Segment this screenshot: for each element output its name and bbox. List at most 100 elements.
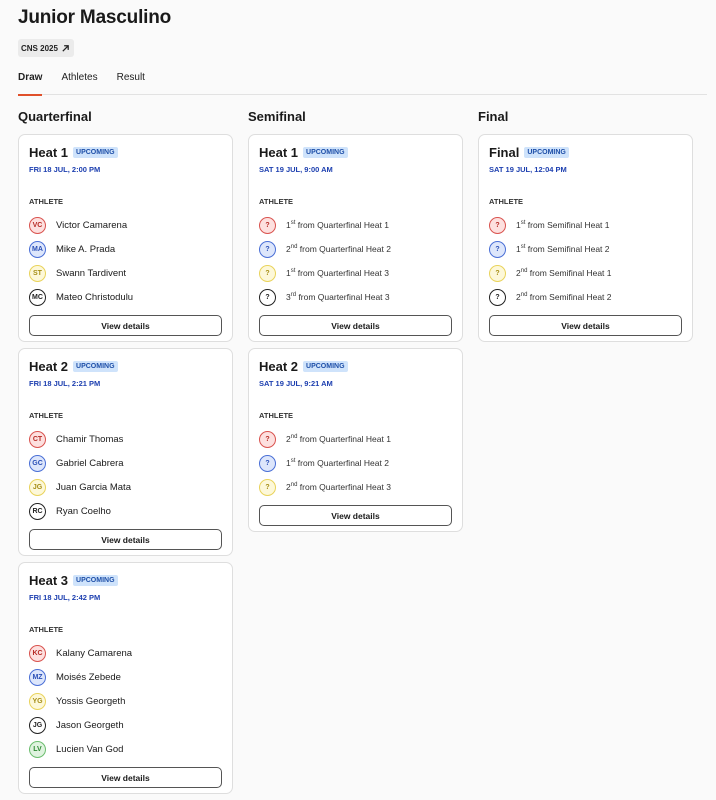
athlete-avatar: ? bbox=[489, 240, 506, 258]
athlete-row[interactable]: MA Mike A. Prada bbox=[29, 237, 222, 261]
heat-header: Heat 1 UPCOMING bbox=[259, 145, 452, 160]
tab-result[interactable]: Result bbox=[117, 73, 145, 95]
athlete-row[interactable]: RC Ryan Coelho bbox=[29, 499, 222, 523]
athlete-row[interactable]: ? 2nd from Quarterfinal Heat 2 bbox=[259, 237, 452, 261]
heat-name: Heat 2 bbox=[29, 359, 69, 374]
tab-bar: Draw Athletes Result bbox=[18, 73, 707, 96]
heat-header: Final UPCOMING bbox=[489, 145, 682, 160]
athlete-column-label: ATHLETE bbox=[29, 411, 64, 420]
status-badge: UPCOMING bbox=[73, 575, 118, 586]
athlete-avatar: ? bbox=[259, 264, 276, 282]
heat-date: SAT 19 JUL, 12:04 PM bbox=[489, 165, 567, 174]
athlete-row[interactable]: ? 2nd from Semifinal Heat 2 bbox=[489, 285, 682, 309]
athlete-name: Victor Camarena bbox=[56, 219, 128, 231]
athlete-row[interactable]: JG Juan Garcia Mata bbox=[29, 475, 222, 499]
source-heat: from Quarterfinal Heat 3 bbox=[295, 268, 389, 278]
athlete-avatar: MA bbox=[29, 240, 46, 258]
view-details-button[interactable]: View details bbox=[29, 529, 222, 550]
heat-card: Heat 2 UPCOMING FRI 18 JUL, 2:21 PM ATHL… bbox=[18, 348, 233, 556]
heat-card: Heat 2 UPCOMING SAT 19 JUL, 9:21 AM ATHL… bbox=[248, 348, 463, 532]
source-heat: from Semifinal Heat 2 bbox=[525, 244, 610, 254]
athlete-column-label: ATHLETE bbox=[489, 197, 524, 206]
athlete-list: KC Kalany Camarena MZ Moisés Zebede YG Yoss… bbox=[29, 641, 222, 761]
athlete-source: 3rd from Quarterfinal Heat 3 bbox=[286, 292, 390, 302]
athlete-avatar: ST bbox=[29, 264, 46, 282]
athlete-row[interactable]: ? 2nd from Quarterfinal Heat 1 bbox=[259, 427, 452, 451]
athlete-row[interactable]: ST Swann Tardivent bbox=[29, 261, 222, 285]
athlete-name: Gabriel Cabrera bbox=[56, 457, 124, 469]
view-details-button[interactable]: View details bbox=[29, 315, 222, 336]
athlete-row[interactable]: ? 3rd from Quarterfinal Heat 3 bbox=[259, 285, 452, 309]
page-title: Junior Masculino bbox=[18, 7, 172, 28]
view-details-button[interactable]: View details bbox=[259, 505, 452, 526]
athlete-name: Yossis Georgeth bbox=[56, 695, 126, 707]
athlete-name: Kalany Camarena bbox=[56, 647, 133, 659]
heat-name: Heat 3 bbox=[29, 573, 69, 588]
athlete-row[interactable]: ? 1st from Quarterfinal Heat 1 bbox=[259, 213, 452, 237]
athlete-row[interactable]: ? 1st from Semifinal Heat 2 bbox=[489, 237, 682, 261]
athlete-name: Juan Garcia Mata bbox=[56, 481, 131, 493]
column-quarterfinal: Quarterfinal Heat 1 UPCOMING FRI 18 JUL,… bbox=[18, 110, 233, 800]
arrow-up-right-icon bbox=[62, 44, 69, 52]
athlete-source: 1st from Quarterfinal Heat 3 bbox=[286, 268, 389, 278]
heat-name: Heat 1 bbox=[259, 145, 299, 160]
athlete-row[interactable]: MZ Moisés Zebede bbox=[29, 665, 222, 689]
athlete-row[interactable]: GC Gabriel Cabrera bbox=[29, 451, 222, 475]
athlete-source: 2nd from Quarterfinal Heat 1 bbox=[286, 434, 391, 444]
column-title: Final bbox=[478, 109, 509, 124]
event-link-badge[interactable]: CNS 2025 bbox=[18, 39, 74, 57]
athlete-avatar: ? bbox=[259, 430, 276, 448]
athlete-row[interactable]: CT Chamir Thomas bbox=[29, 427, 222, 451]
athlete-row[interactable]: ? 2nd from Quarterfinal Heat 3 bbox=[259, 475, 452, 499]
heat-date: SAT 19 JUL, 9:21 AM bbox=[259, 379, 333, 388]
athlete-row[interactable]: ? 1st from Quarterfinal Heat 2 bbox=[259, 451, 452, 475]
athlete-avatar: RC bbox=[29, 502, 46, 520]
source-heat: from Quarterfinal Heat 2 bbox=[297, 244, 391, 254]
status-badge: UPCOMING bbox=[73, 361, 118, 372]
tab-draw[interactable]: Draw bbox=[18, 73, 43, 96]
heat-header: Heat 1 UPCOMING bbox=[29, 145, 222, 160]
source-heat: from Semifinal Heat 1 bbox=[527, 268, 612, 278]
source-heat: from Quarterfinal Heat 1 bbox=[295, 220, 389, 230]
athlete-avatar: VC bbox=[29, 216, 46, 234]
athlete-name: Jason Georgeth bbox=[56, 719, 124, 731]
athlete-row[interactable]: VC Victor Camarena bbox=[29, 213, 222, 237]
athlete-source: 2nd from Quarterfinal Heat 3 bbox=[286, 482, 391, 492]
source-heat: from Semifinal Heat 1 bbox=[525, 220, 610, 230]
athlete-row[interactable]: YG Yossis Georgeth bbox=[29, 689, 222, 713]
athlete-row[interactable]: JG Jason Georgeth bbox=[29, 713, 222, 737]
athlete-name: Mateo Christodulu bbox=[56, 291, 134, 303]
athlete-avatar: MC bbox=[29, 288, 46, 306]
athlete-row[interactable]: ? 1st from Quarterfinal Heat 3 bbox=[259, 261, 452, 285]
heat-header: Heat 2 UPCOMING bbox=[29, 359, 222, 374]
athlete-source: 2nd from Quarterfinal Heat 2 bbox=[286, 244, 391, 254]
heat-card: Final UPCOMING SAT 19 JUL, 12:04 PM ATHL… bbox=[478, 134, 693, 342]
athlete-column-label: ATHLETE bbox=[29, 197, 64, 206]
athlete-list: CT Chamir Thomas GC Gabriel Cabrera JG Juan… bbox=[29, 427, 222, 523]
athlete-column-label: ATHLETE bbox=[259, 197, 294, 206]
heat-date: FRI 18 JUL, 2:21 PM bbox=[29, 379, 101, 388]
athlete-source: 1st from Quarterfinal Heat 1 bbox=[286, 220, 389, 230]
view-details-button[interactable]: View details bbox=[489, 315, 682, 336]
athlete-column-label: ATHLETE bbox=[259, 411, 294, 420]
source-heat: from Quarterfinal Heat 3 bbox=[296, 292, 390, 302]
athlete-row[interactable]: KC Kalany Camarena bbox=[29, 641, 222, 665]
status-badge: UPCOMING bbox=[303, 147, 348, 158]
athlete-row[interactable]: MC Mateo Christodulu bbox=[29, 285, 222, 309]
athlete-row[interactable]: LV Lucien Van God bbox=[29, 737, 222, 761]
athlete-name: Chamir Thomas bbox=[56, 433, 124, 445]
athlete-list: ? 1st from Quarterfinal Heat 1 ? 2nd from … bbox=[259, 213, 452, 309]
athlete-name: Ryan Coelho bbox=[56, 505, 111, 517]
athlete-row[interactable]: ? 2nd from Semifinal Heat 1 bbox=[489, 261, 682, 285]
tab-athletes[interactable]: Athletes bbox=[61, 73, 97, 95]
view-details-button[interactable]: View details bbox=[29, 767, 222, 788]
athlete-avatar: ? bbox=[489, 264, 506, 282]
heat-name: Heat 1 bbox=[29, 145, 69, 160]
heat-card: Heat 1 UPCOMING SAT 19 JUL, 9:00 AM ATHL… bbox=[248, 134, 463, 342]
column-title: Semifinal bbox=[248, 109, 306, 124]
athlete-source: 2nd from Semifinal Heat 1 bbox=[516, 268, 612, 278]
athlete-source: 2nd from Semifinal Heat 2 bbox=[516, 292, 612, 302]
view-details-button[interactable]: View details bbox=[259, 315, 452, 336]
event-badge-label: CNS 2025 bbox=[21, 43, 58, 53]
athlete-row[interactable]: ? 1st from Semifinal Heat 1 bbox=[489, 213, 682, 237]
